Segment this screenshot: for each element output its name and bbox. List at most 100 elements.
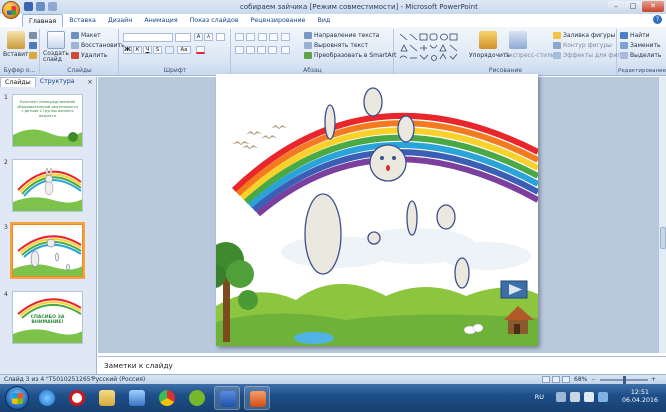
line-spacing-icon[interactable]	[281, 33, 290, 41]
tab-outline[interactable]: Структура	[36, 77, 79, 87]
paste-button[interactable]: Вставить	[3, 51, 32, 58]
smartart-button[interactable]: Преобразовать в SmartArt	[304, 52, 396, 59]
select-button[interactable]: Выделить	[620, 52, 661, 59]
action-center-icon[interactable]	[598, 392, 608, 402]
bold-button[interactable]: Ж	[123, 46, 132, 54]
find-button[interactable]: Найти	[620, 32, 649, 39]
zoom-in-icon[interactable]: +	[651, 376, 656, 383]
shadow-button[interactable]: S	[153, 46, 162, 54]
layout-button[interactable]: Макет	[71, 32, 101, 39]
start-button[interactable]	[5, 386, 29, 410]
font-name-combo[interactable]	[123, 33, 173, 42]
increase-indent-icon[interactable]	[269, 33, 278, 41]
shape-outline-button[interactable]: Контур фигуры	[553, 42, 612, 49]
shrink-font-button[interactable]: A	[204, 33, 213, 41]
maximize-button[interactable]: □	[625, 1, 641, 12]
paragraph-group: Направление текста Выровнять текст Преоб…	[232, 29, 396, 74]
close-button[interactable]: ✕	[642, 1, 664, 12]
grow-font-button[interactable]: A	[194, 33, 203, 41]
arrange-icon[interactable]	[479, 31, 497, 49]
slideshow-view-icon[interactable]	[562, 376, 570, 383]
minimize-button[interactable]: –	[608, 1, 624, 12]
change-case-button[interactable]: Аа	[177, 46, 191, 54]
numbering-icon[interactable]	[246, 33, 255, 41]
taskbar-chrome[interactable]	[154, 386, 180, 410]
taskbar-opera[interactable]	[64, 386, 90, 410]
text-direction-button[interactable]: Направление текста	[304, 32, 379, 39]
clock[interactable]: 12:51 06.04.2016	[622, 389, 658, 405]
next-slide-button[interactable]	[500, 280, 528, 299]
cut-icon[interactable]	[29, 32, 37, 39]
office-button[interactable]	[2, 1, 20, 19]
taskbar-torrent[interactable]	[184, 386, 210, 410]
current-slide[interactable]	[216, 74, 538, 346]
tab-5[interactable]: Рецензирование	[245, 14, 312, 27]
panel-close-icon[interactable]: ×	[87, 78, 93, 86]
quick-styles-icon[interactable]	[509, 31, 527, 49]
underline-button[interactable]: Ч	[143, 46, 152, 54]
font-size-combo[interactable]	[175, 33, 191, 42]
align-center-icon[interactable]	[246, 46, 255, 54]
spacing-icon[interactable]	[165, 46, 174, 54]
slide-thumbnail-1[interactable]: Конспект непосредственной образовательно…	[12, 94, 83, 147]
taskbar-ie[interactable]	[34, 386, 60, 410]
normal-view-icon[interactable]	[542, 376, 550, 383]
slide-thumbnail-2[interactable]	[12, 159, 83, 212]
zoom-level[interactable]: 68%	[574, 376, 587, 383]
tab-2[interactable]: Дизайн	[102, 14, 138, 27]
taskbar-explorer[interactable]	[94, 386, 120, 410]
notes-pane[interactable]: Заметки к слайду	[98, 356, 666, 374]
align-right-icon[interactable]	[257, 46, 266, 54]
tab-6[interactable]: Вид	[312, 14, 337, 27]
save-icon[interactable]	[24, 2, 33, 11]
pond	[294, 332, 334, 344]
zoom-slider-knob[interactable]	[623, 376, 626, 384]
help-icon[interactable]: ?	[653, 15, 662, 24]
italic-button[interactable]: К	[133, 46, 142, 54]
language-status[interactable]: Русский (Россия)	[92, 376, 145, 383]
paste-icon[interactable]	[7, 31, 25, 49]
arrange-button[interactable]: Упорядочить	[469, 52, 510, 59]
delete-slide-button[interactable]: Удалить	[71, 52, 107, 59]
align-left-icon[interactable]	[235, 46, 244, 54]
columns-icon[interactable]	[281, 46, 290, 54]
align-text-button[interactable]: Выровнять текст	[304, 42, 368, 49]
new-slide-icon[interactable]	[47, 31, 65, 49]
sorter-view-icon[interactable]	[552, 376, 560, 383]
quick-styles-button[interactable]: Экспресс-стили	[505, 52, 555, 59]
tab-3[interactable]: Анимация	[138, 14, 183, 27]
shape-effects-button[interactable]: Эффекты для фигур	[553, 52, 628, 59]
replace-button[interactable]: Заменить	[620, 42, 661, 49]
slide-thumbnail-4[interactable]: СПАСИБО ЗА ВНИМАНИЕ!	[12, 291, 83, 344]
undo-icon[interactable]	[36, 2, 45, 11]
shapes-gallery-icon[interactable]	[398, 32, 470, 62]
find-label: Найти	[630, 32, 650, 39]
taskbar-media[interactable]	[124, 386, 150, 410]
bullets-icon[interactable]	[235, 33, 244, 41]
decrease-indent-icon[interactable]	[258, 33, 267, 41]
tray-arrow-icon[interactable]	[556, 392, 566, 402]
tab-4[interactable]: Показ слайдов	[184, 14, 245, 27]
scrollbar-thumb[interactable]	[660, 227, 666, 249]
volume-icon[interactable]	[584, 392, 594, 402]
clear-format-icon[interactable]	[216, 33, 225, 41]
vertical-scrollbar[interactable]	[658, 77, 666, 353]
reset-button[interactable]: Восстановить	[71, 42, 125, 49]
slide-thumbnail-3[interactable]	[10, 222, 85, 279]
justify-icon[interactable]	[268, 46, 277, 54]
shape-fill-button[interactable]: Заливка фигуры	[553, 32, 615, 39]
tab-slides[interactable]: Слайды	[0, 77, 36, 87]
taskbar-powerpoint[interactable]	[244, 386, 270, 410]
copy-icon[interactable]	[29, 42, 37, 49]
taskbar-word[interactable]	[214, 386, 240, 410]
font-color-icon[interactable]	[196, 46, 205, 54]
quick-access-toolbar	[24, 2, 57, 12]
redo-icon[interactable]	[48, 2, 57, 11]
tab-0[interactable]: Главная	[22, 14, 64, 27]
network-icon[interactable]	[570, 392, 580, 402]
tab-1[interactable]: Вставка	[63, 14, 102, 27]
language-indicator[interactable]: RU	[535, 393, 544, 401]
format-painter-icon[interactable]	[29, 52, 37, 59]
zoom-out-icon[interactable]: –	[592, 376, 595, 383]
new-slide-button[interactable]: Создать слайд	[43, 51, 73, 63]
